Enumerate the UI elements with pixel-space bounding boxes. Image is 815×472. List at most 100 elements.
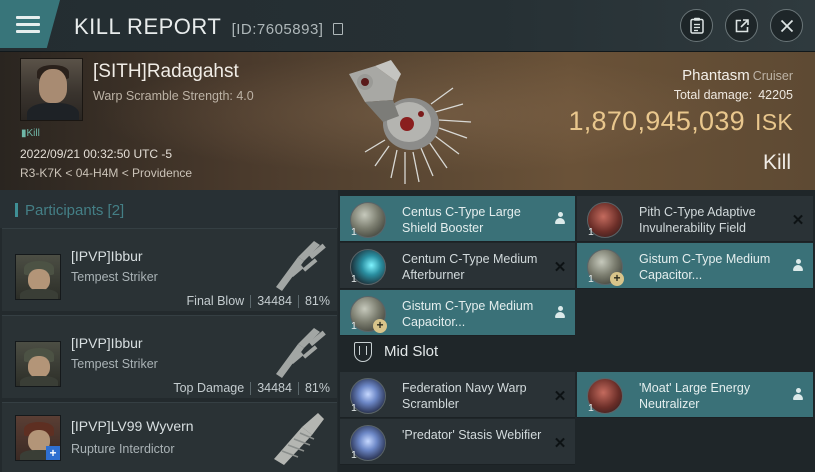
isk-amount: 1,870,945,039 — [568, 106, 746, 136]
attacker-ship: Rupture Interdictor — [71, 442, 175, 456]
destroyed-x-icon: ✕ — [553, 435, 567, 452]
kill-datetime: 2022/09/21 00:32:50 UTC -5 — [20, 147, 173, 161]
participants-header[interactable]: Participants [2] — [0, 190, 338, 228]
kill-result: Kill — [762, 151, 791, 174]
module-name: Gistum C-Type Medium Capacitor... — [639, 252, 771, 282]
hamburger-icon — [16, 15, 40, 33]
attacker-percent: 81% — [304, 294, 330, 308]
clipboard-button[interactable] — [680, 9, 713, 42]
attacker-portrait[interactable] — [15, 341, 61, 387]
attacker-portrait[interactable]: + — [15, 415, 61, 461]
victim-ship-image[interactable] — [335, 52, 485, 190]
attacker-portrait[interactable] — [15, 254, 61, 300]
kill-tag-label: Kill — [26, 128, 40, 139]
dropped-person-icon — [553, 305, 567, 321]
module-item[interactable]: 1 'Moat' Large Energy Neutralizer — [577, 372, 813, 418]
attacker-name: [IPVP]LV99 Wyvern — [71, 418, 194, 434]
module-item[interactable]: 1 Pith C-Type Adaptive Invulnerability F… — [577, 196, 813, 242]
dropped-person-icon — [791, 258, 805, 274]
participants-count: [2] — [107, 202, 125, 219]
close-icon — [780, 19, 793, 32]
participants-label: Participants — [25, 202, 104, 219]
total-damage-label: Total damage: — [673, 88, 753, 102]
destroyed-x-icon: ✕ — [791, 212, 805, 229]
title-text: KILL REPORT — [74, 14, 221, 39]
attacker-stats: Final Blow 34484 81% — [187, 294, 330, 308]
module-name: 'Moat' Large Energy Neutralizer — [639, 381, 751, 411]
victim-ship-class: Cruiser — [752, 69, 793, 83]
isk-value: 1,870,945,039 ISK — [568, 106, 793, 137]
attacker-percent: 81% — [304, 381, 330, 395]
dropped-person-icon — [553, 211, 567, 227]
module-name: 'Predator' Stasis Webifier — [402, 428, 542, 442]
attacker-row[interactable]: [IPVP]Ibbur Tempest Striker Top Damage 3… — [2, 315, 337, 398]
participants-panel: Participants [2] [IPVP]Ibbur Tempest Str… — [0, 190, 338, 472]
destroyed-x-icon: ✕ — [553, 388, 567, 405]
kill-location[interactable]: R3-K7K < 04-H4M < Providence — [20, 166, 192, 180]
kill-tag: ▮Kill — [21, 128, 40, 139]
module-quantity: 1 — [351, 449, 357, 461]
module-item[interactable]: 1 Gistum C-Type Medium Capacitor... — [340, 290, 575, 336]
share-button[interactable] — [725, 9, 758, 42]
attacker-damage: 34484 — [257, 381, 292, 395]
attacker-ship-image[interactable] — [268, 235, 332, 293]
module-item[interactable]: 1 Centum C-Type Medium Afterburner ✕ — [340, 243, 575, 289]
module-quantity: 1 — [588, 226, 594, 238]
plus-icon: + — [46, 446, 60, 460]
attacker-name: [IPVP]Ibbur — [71, 248, 143, 264]
dropped-person-icon — [791, 387, 805, 403]
victim-panel: [SITH]Radagahst Warp Scramble Strength: … — [0, 52, 815, 190]
victim-portrait[interactable] — [20, 58, 83, 121]
kill-report-window: KILL REPORT [ID:7605893] [SITH]Radagahst… — [0, 0, 815, 472]
close-button[interactable] — [770, 9, 803, 42]
victim-name[interactable]: [SITH]Radagahst — [93, 61, 239, 83]
copy-icon[interactable] — [333, 23, 344, 35]
attacker-ship-image[interactable] — [268, 322, 332, 380]
attacker-row[interactable]: [IPVP]Ibbur Tempest Striker Final Blow 3… — [2, 228, 337, 311]
isk-unit: ISK — [755, 109, 793, 135]
fitting-modules: 1 Centus C-Type Large Shield Booster 1 C… — [338, 190, 815, 472]
destroyed-x-icon: ✕ — [553, 259, 567, 276]
attacker-row[interactable]: + [IPVP]LV99 Wyvern Rupture Interdictor — [2, 402, 337, 472]
warp-scramble-strength: Warp Scramble Strength: 4.0 — [93, 89, 254, 103]
mid-slot-header: Mid Slot — [340, 335, 577, 369]
total-damage: Total damage: 42205 — [674, 88, 793, 102]
total-damage-value: 42205 — [758, 88, 793, 102]
module-quantity: 1 — [351, 226, 357, 238]
mid-slot-icon — [354, 342, 372, 362]
module-quantity: 1 — [351, 273, 357, 285]
module-item[interactable]: 1 Centus C-Type Large Shield Booster — [340, 196, 575, 242]
victim-ship-name: Phantasm — [682, 67, 750, 84]
module-item[interactable]: 1 Federation Navy Warp Scrambler ✕ — [340, 372, 575, 418]
attacker-ship: Tempest Striker — [71, 270, 158, 284]
attacker-name: [IPVP]Ibbur — [71, 335, 143, 351]
module-name: Gistum C-Type Medium Capacitor... — [402, 299, 534, 329]
module-name: Centus C-Type Large Shield Booster — [402, 205, 521, 235]
menu-button[interactable] — [0, 0, 60, 48]
attacker-stats: Top Damage 34484 81% — [173, 381, 330, 395]
module-name: Pith C-Type Adaptive Invulnerability Fie… — [639, 205, 756, 235]
module-item[interactable]: 1 Gistum C-Type Medium Capacitor... — [577, 243, 813, 289]
accent-bar — [15, 203, 18, 217]
module-quantity: 1 — [351, 402, 357, 414]
clipboard-icon — [689, 17, 704, 34]
attacker-ship: Tempest Striker — [71, 357, 158, 371]
module-quantity: 1 — [588, 273, 594, 285]
attacker-role: Final Blow — [186, 294, 245, 308]
participants-title: Participants [2] — [25, 202, 124, 219]
window-title: KILL REPORT [ID:7605893] — [74, 14, 344, 40]
module-quantity: 1 — [351, 320, 357, 332]
report-id: [ID:7605893] — [231, 21, 324, 38]
module-item[interactable]: 1 'Predator' Stasis Webifier ✕ — [340, 419, 575, 465]
title-actions — [680, 9, 803, 42]
module-name: Federation Navy Warp Scrambler — [402, 381, 527, 411]
module-name: Centum C-Type Medium Afterburner — [402, 252, 538, 282]
attacker-role: Top Damage — [173, 381, 245, 395]
victim-ship[interactable]: Phantasm Cruiser — [682, 67, 793, 84]
attacker-ship-image[interactable] — [268, 407, 332, 465]
title-bar: KILL REPORT [ID:7605893] — [0, 0, 815, 52]
mid-slot-label: Mid Slot — [384, 343, 439, 360]
module-quantity: 1 — [588, 402, 594, 414]
external-link-icon — [735, 18, 749, 32]
attacker-damage: 34484 — [257, 294, 292, 308]
